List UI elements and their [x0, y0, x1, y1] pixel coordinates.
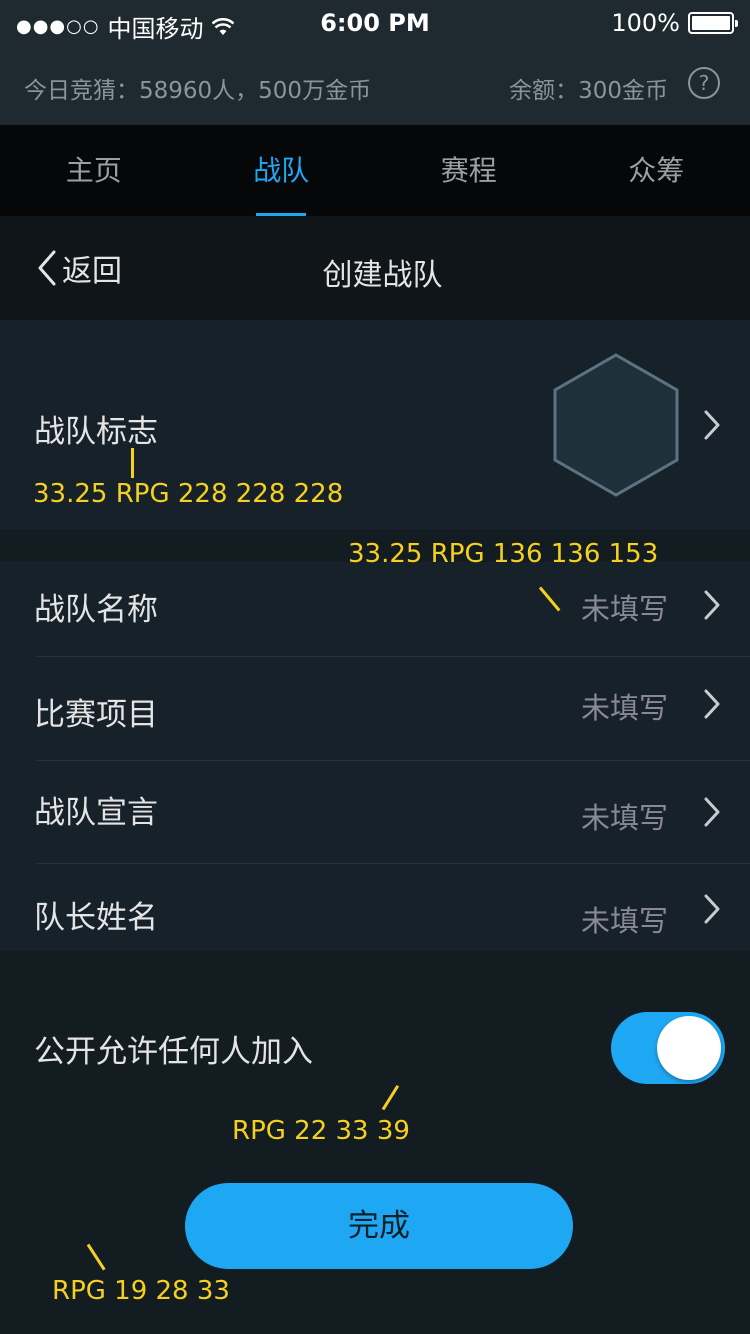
chevron-right-icon	[704, 410, 720, 440]
field-label: 战队名称	[34, 592, 158, 628]
team-logo-label: 战队标志	[34, 414, 158, 450]
public-join-label: 公开允许任何人加入	[34, 1034, 313, 1070]
annotation-page-bg: RPG 19 28 33	[52, 1276, 230, 1306]
field-value: 未填写	[580, 592, 668, 626]
annotation-label-color: 33.25 RPG 228 228 228	[33, 479, 344, 509]
chevron-right-icon	[704, 894, 720, 924]
field-row-captain-name[interactable]: 队长姓名 未填写	[0, 864, 750, 950]
balance-label: 余额：300金币	[509, 78, 668, 104]
page-title: 创建战队	[322, 258, 443, 293]
annotation-pointer	[381, 1084, 400, 1111]
annotation-pointer	[131, 448, 134, 478]
nav-bar: 返回 创建战队	[0, 216, 750, 320]
field-value: 未填写	[580, 801, 668, 835]
tab-crowdfunding[interactable]: 众筹	[563, 125, 750, 216]
team-fields: 战队名称 未填写 比赛项目 未填写 战队宣言 未填写 队长姓名 未填写	[0, 562, 750, 950]
field-row-game[interactable]: 比赛项目 未填写	[0, 657, 750, 760]
today-stats: 今日竞猜：58960人，500万金币	[24, 78, 372, 104]
field-row-manifesto[interactable]: 战队宣言 未填写	[0, 761, 750, 863]
field-row-team-name[interactable]: 战队名称 未填写	[0, 562, 750, 656]
info-bar: 今日竞猜：58960人，500万金币 余额：300金币 ?	[0, 48, 750, 125]
annotation-section-bg: RPG 22 33 39	[232, 1116, 410, 1146]
chevron-right-icon	[704, 689, 720, 719]
main-tabs: 主页 战队 赛程 众筹	[0, 125, 750, 216]
tab-home[interactable]: 主页	[0, 125, 188, 216]
annotation-pointer	[86, 1243, 106, 1271]
battery-percent: 100%	[611, 9, 680, 37]
field-label: 比赛项目	[34, 697, 158, 733]
status-bar: ●●●○○ 中国移动 6:00 PM 100%	[0, 0, 750, 48]
battery-icon	[688, 12, 738, 34]
tab-schedule[interactable]: 赛程	[375, 125, 563, 216]
annotation-value-color: 33.25 RPG 136 136 153	[348, 539, 659, 569]
done-button[interactable]: 完成	[185, 1183, 573, 1269]
status-right: 100%	[611, 9, 738, 37]
chevron-right-icon	[704, 590, 720, 620]
tab-team[interactable]: 战队	[188, 125, 376, 216]
field-label: 战队宣言	[34, 795, 158, 831]
chevron-right-icon	[704, 797, 720, 827]
help-icon[interactable]: ?	[688, 67, 720, 99]
public-join-toggle[interactable]	[611, 1012, 725, 1084]
team-logo-placeholder-icon[interactable]	[552, 352, 680, 498]
field-value: 未填写	[580, 904, 668, 938]
field-label: 队长姓名	[34, 900, 158, 936]
field-value: 未填写	[580, 691, 668, 725]
toggle-knob	[657, 1016, 721, 1080]
